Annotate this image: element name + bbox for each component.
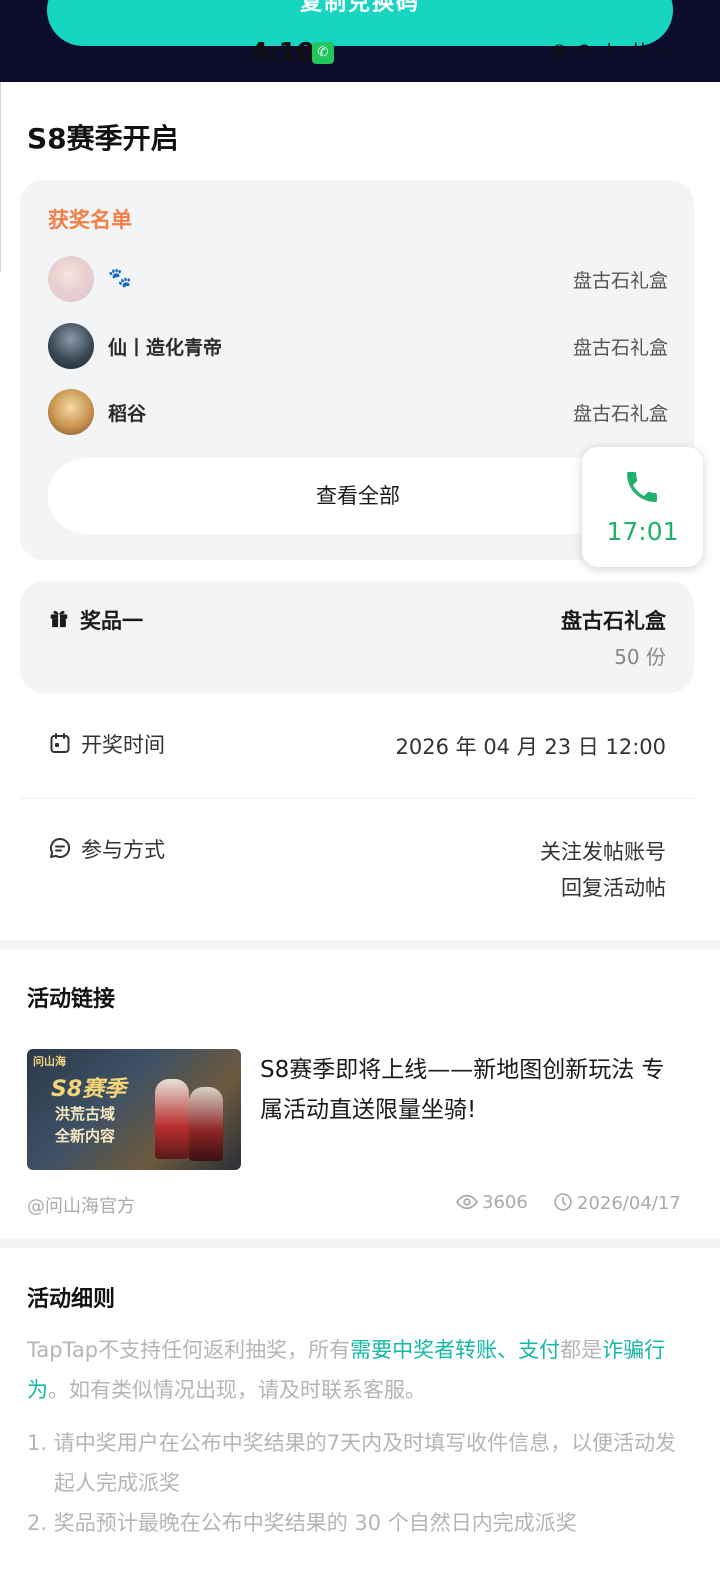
call-duration: 17:01 (606, 517, 679, 546)
prize-name: 盘古石礼盒 (561, 609, 666, 633)
rules-title: 活动细则 (27, 1287, 116, 1312)
winner-row[interactable]: 仙丨造化青帝 盘古石礼盒 (48, 323, 668, 371)
rules-text: 都是 (560, 1338, 603, 1362)
wechat-icon: ✆ (312, 42, 334, 64)
gift-icon (50, 610, 68, 628)
rules-highlight[interactable]: 需要中奖者转账、支付 (350, 1338, 560, 1362)
winner-prize: 盘古石礼盒 (572, 337, 668, 359)
avatar[interactable] (48, 323, 94, 369)
thumb-figure (155, 1079, 189, 1159)
avatar[interactable] (48, 256, 94, 302)
prize-count: 50 份 (614, 645, 666, 669)
status-time: 4:10 (250, 38, 315, 68)
thumb-subtitle-2: 全新内容 (55, 1127, 116, 1145)
prize-card: 奖品一 盘古石礼盒 50 份 (20, 581, 694, 693)
status-icons: ◉ ⊙ ↓ ıll ▭ (551, 40, 674, 61)
floating-call-bubble[interactable]: 17:01 (582, 447, 703, 567)
activity-author[interactable]: @问山海官方 (27, 1192, 135, 1218)
prize-label: 奖品一 (80, 609, 143, 633)
thumb-title: S8赛季 (51, 1077, 127, 1102)
participation-value: 关注发帖账号 回复活动帖 (540, 834, 666, 906)
page-title: S8赛季开启 (27, 122, 179, 155)
section-gap (0, 940, 720, 949)
chat-icon (50, 837, 71, 858)
winner-prize: 盘古石礼盒 (572, 270, 668, 292)
winner-name: 仙丨造化青帝 (108, 337, 223, 359)
winner-prize: 盘古石礼盒 (572, 403, 668, 425)
rule-item: 2. 奖品预计最晚在公布中奖结果的 30 个自然日内完成派奖 (27, 1511, 577, 1535)
winner-row[interactable]: 🐾 盘古石礼盒 (48, 256, 668, 304)
phone-icon (627, 472, 657, 502)
section-gap (0, 1239, 720, 1248)
rules-warning: TapTap不支持任何返利抽奖，所有需要中奖者转账、支付都是诈骗行为。如有类似情… (27, 1330, 693, 1410)
avatar[interactable] (48, 389, 94, 435)
activity-date: 2026/04/17 (553, 1192, 681, 1214)
participation-line-2: 回复活动帖 (561, 876, 666, 900)
winner-row[interactable]: 稻谷 盘古石礼盒 (48, 389, 668, 437)
draw-time-value: 2026 年 04 月 23 日 12:00 (395, 735, 666, 759)
thumb-figure (189, 1087, 223, 1161)
activity-thumbnail[interactable]: 问山海 S8赛季 洪荒古域 全新内容 (27, 1049, 241, 1170)
thumb-logo: 问山海 (33, 1055, 66, 1068)
participation-label: 参与方式 (81, 838, 165, 862)
activity-views: 3606 (456, 1192, 528, 1213)
rules-text: 。如有类似情况出现，请及时联系客服。 (48, 1378, 426, 1402)
clock-icon (554, 1193, 572, 1211)
thumb-subtitle-1: 洪荒古域 (55, 1105, 116, 1123)
draw-time-label: 开奖时间 (81, 733, 165, 757)
eye-icon (456, 1194, 478, 1210)
date-value: 2026/04/17 (577, 1193, 681, 1214)
rule-item: 1. 请中奖用户在公布中奖结果的7天内及时填写收件信息，以便活动发起人完成派奖 (27, 1431, 677, 1495)
activity-link-text[interactable]: S8赛季即将上线——新地图创新玩法 专属活动直送限量坐骑! (260, 1050, 680, 1130)
calendar-icon (50, 733, 70, 753)
winners-title: 获奖名单 (48, 208, 132, 232)
divider (20, 798, 694, 799)
participation-row: 参与方式 关注发帖账号 回复活动帖 (48, 834, 666, 906)
top-overlay-bar: 复制兑换码 4:10 ✆ ◉ ⊙ ↓ ıll ▭ (0, 0, 720, 82)
rules-text: TapTap不支持任何返利抽奖，所有 (27, 1338, 351, 1362)
winner-name: 🐾 (108, 267, 132, 289)
draw-time-row: 开奖时间 2026 年 04 月 23 日 12:00 (48, 729, 666, 765)
winner-name: 稻谷 (108, 403, 147, 425)
activity-link-title: 活动链接 (27, 987, 116, 1012)
views-count: 3606 (482, 1192, 528, 1213)
participation-line-1: 关注发帖账号 (540, 840, 666, 864)
view-all-button[interactable]: 查看全部 (48, 458, 668, 534)
left-edge-divider (0, 82, 1, 272)
